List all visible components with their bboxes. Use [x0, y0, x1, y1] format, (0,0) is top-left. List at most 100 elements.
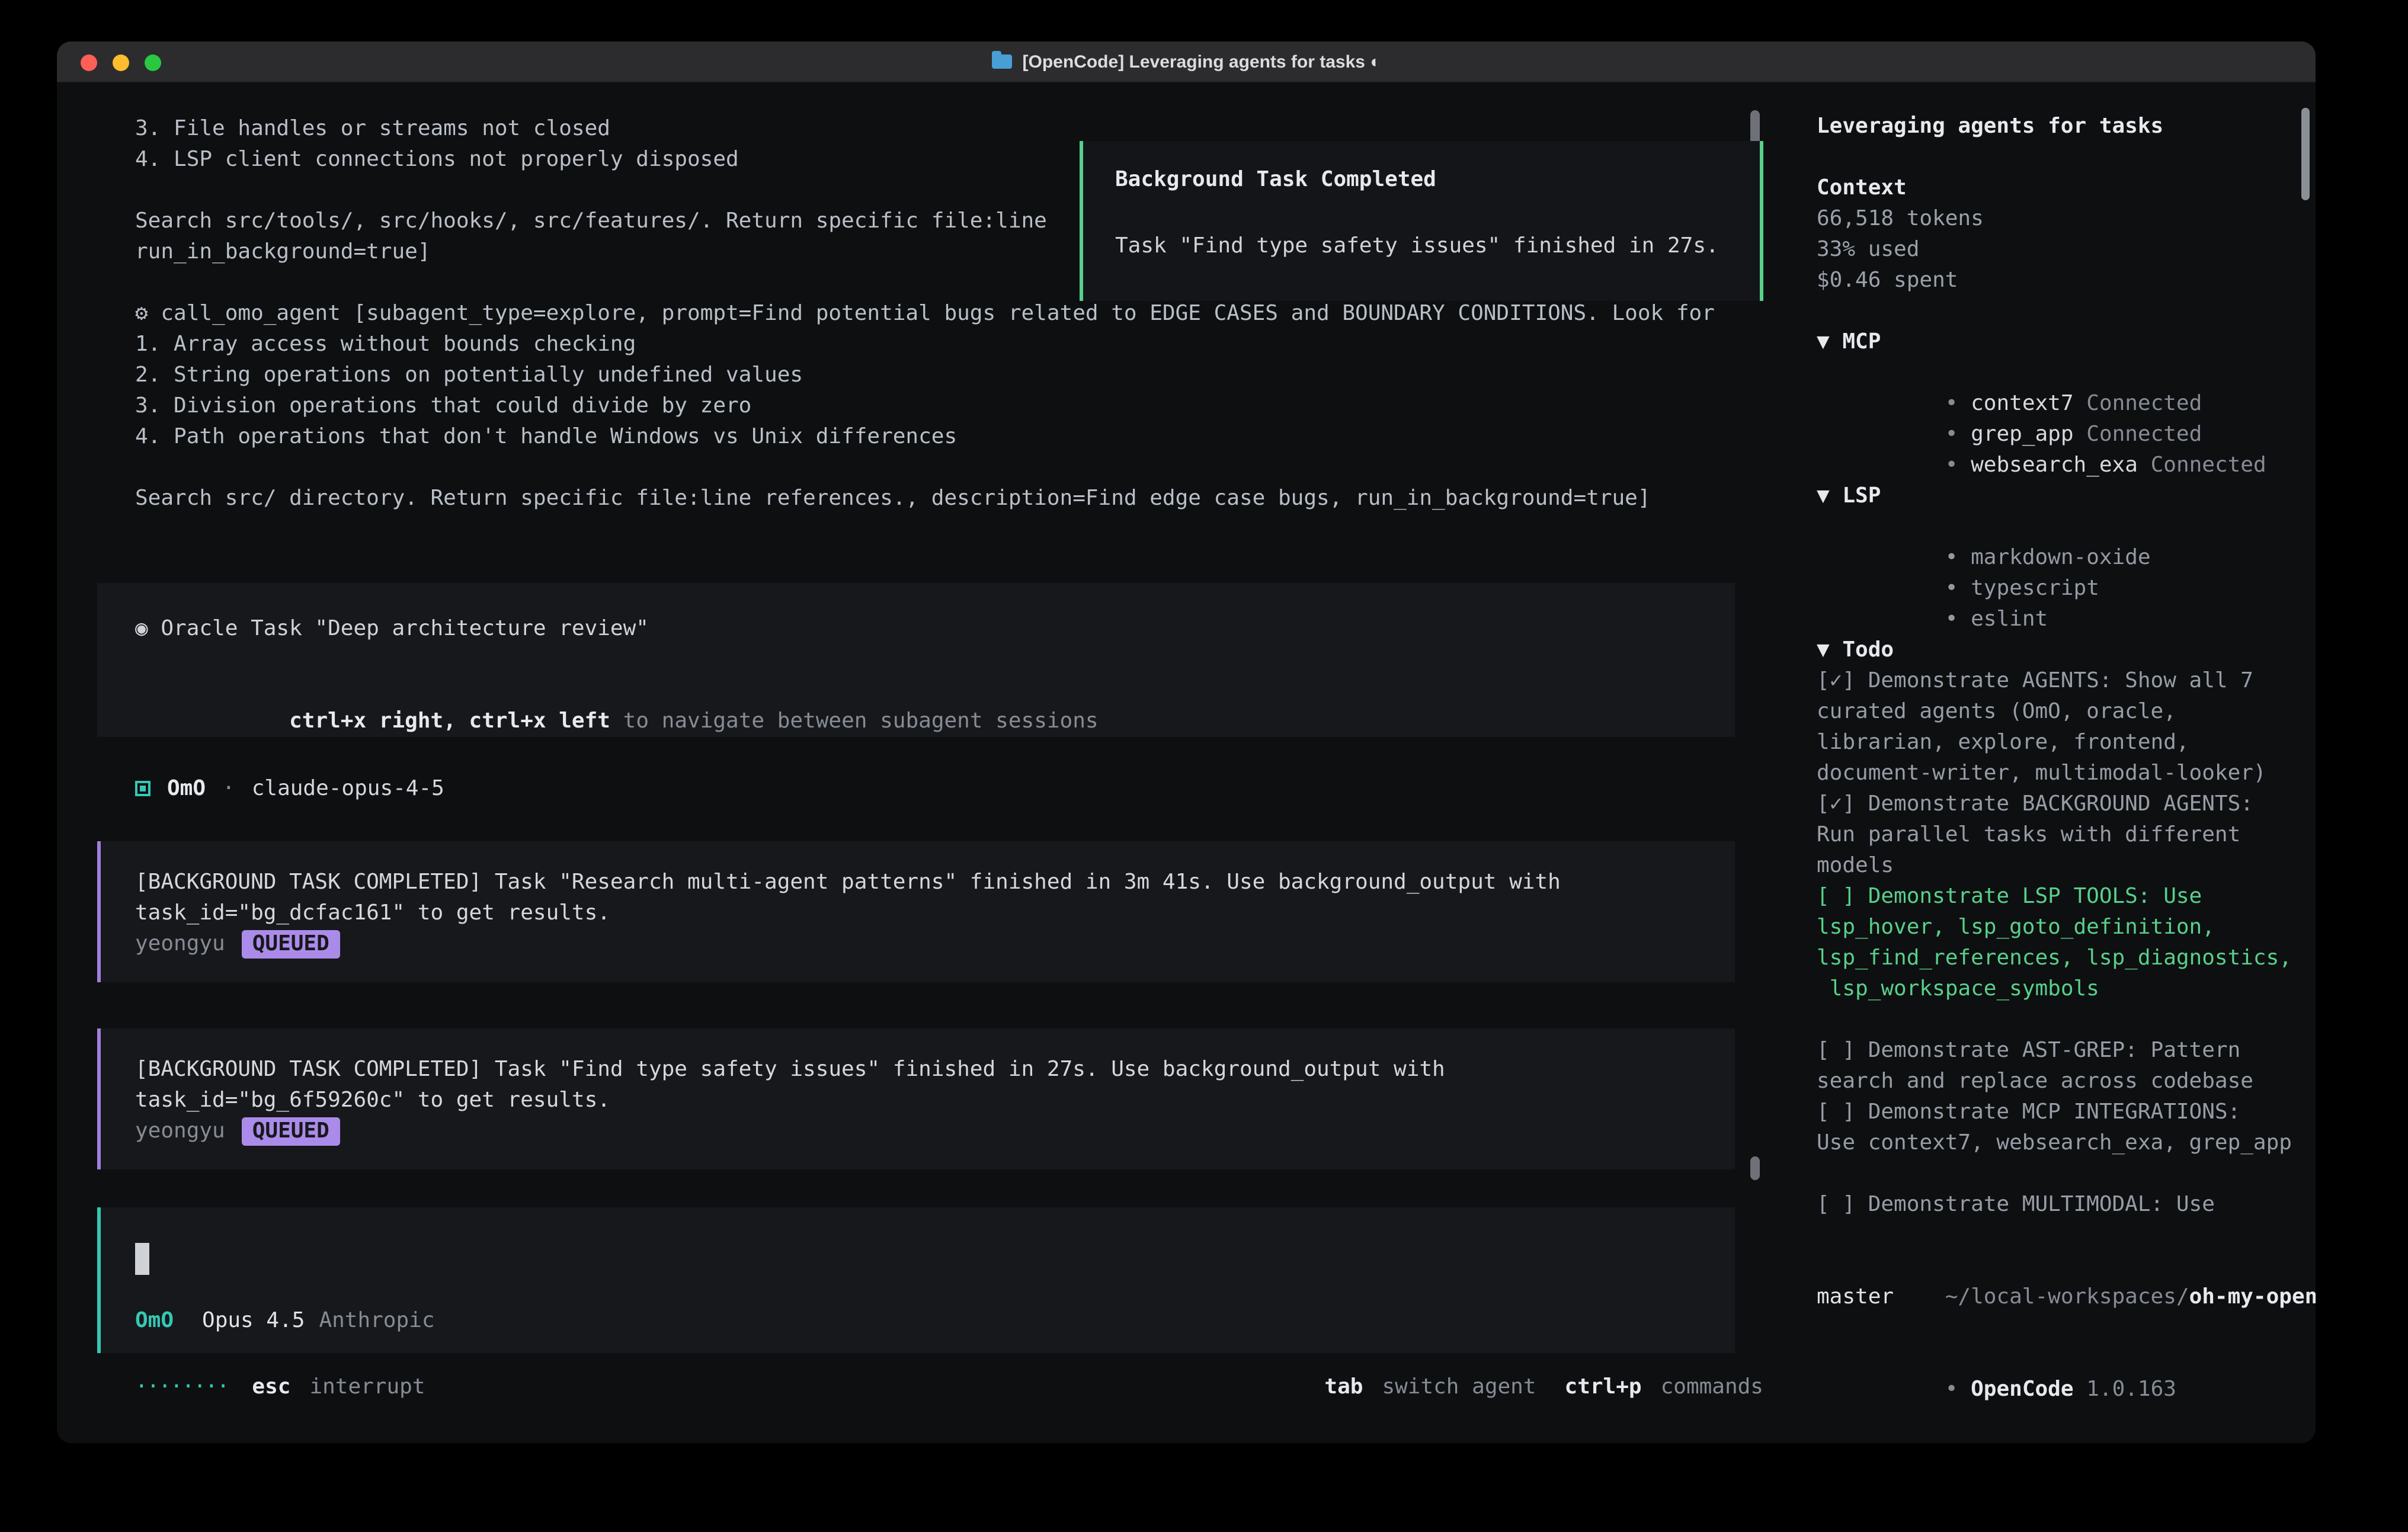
close-button[interactable]: [81, 54, 97, 70]
task-user: yeongyu: [135, 931, 225, 956]
prompt-input[interactable]: OmO Opus 4.5 Anthropic: [97, 1207, 1735, 1353]
todo-item-done: [✓] Demonstrate AGENTS: Show all 7 curat…: [1817, 666, 2316, 789]
todo-heading[interactable]: ▼ Todo: [1817, 635, 2316, 666]
sidebar-scrollbar-thumb[interactable]: [2301, 108, 2310, 200]
bullet-icon: •: [1945, 545, 1958, 570]
context-used: 33% used: [1817, 235, 2316, 265]
background-task-toast: Background Task Completed Task "Find typ…: [1080, 141, 1763, 301]
navigation-hint: ctrl+x right, ctrl+x left to navigate be…: [135, 675, 1699, 706]
mcp-name: grep_app: [1971, 422, 2073, 447]
bullet-icon: •: [1945, 453, 1958, 477]
esc-label: interrupt: [309, 1374, 425, 1399]
lsp-item: • markdown-oxide: [1817, 512, 2316, 543]
mcp-status: Connected: [2151, 453, 2266, 477]
task-message-text: [BACKGROUND TASK COMPLETED] Task "Resear…: [135, 867, 1699, 929]
esc-hint: esc interrupt: [252, 1372, 425, 1403]
traffic-lights: [81, 41, 161, 83]
session-title: Leveraging agents for tasks: [1817, 111, 2316, 142]
ctrlp-hint: ctrl+p commands: [1565, 1372, 1763, 1403]
bullet-icon: •: [1945, 1377, 1958, 1402]
mcp-status: Connected: [2086, 422, 2202, 447]
folder-icon: [992, 55, 1012, 69]
bullet-icon: •: [1945, 422, 1958, 447]
oracle-task-title: ◉ Oracle Task "Deep architecture review": [135, 614, 1699, 645]
mcp-status: Connected: [2086, 391, 2202, 416]
terminal-line: 3. File handles or streams not closed: [57, 114, 1794, 145]
main-scrollbar-thumb[interactable]: [1750, 1156, 1760, 1180]
terminal-line: Search src/ directory. Return specific f…: [57, 483, 1794, 514]
agent-name: OmO: [167, 775, 206, 800]
tab-label: switch agent: [1382, 1374, 1536, 1399]
queued-badge: QUEUED: [242, 930, 340, 959]
esc-key: esc: [252, 1374, 290, 1399]
titlebar[interactable]: [OpenCode] Leveraging agents for tasks ◐: [57, 41, 2316, 83]
ctrlp-key: ctrl+p: [1565, 1374, 1642, 1399]
oracle-task-panel: ◉ Oracle Task "Deep architecture review"…: [97, 583, 1735, 737]
todo-item-active: [ ] Demonstrate LSP TOOLS: Use lsp_hover…: [1817, 882, 2316, 1005]
context-heading: Context: [1817, 173, 2316, 204]
tab-hint: tab switch agent: [1324, 1372, 1536, 1403]
input-provider-name: Anthropic: [319, 1306, 434, 1337]
task-user: yeongyu: [135, 1118, 225, 1143]
terminal-window: [OpenCode] Leveraging agents for tasks ◐…: [57, 41, 2316, 1443]
app-name: OpenCode: [1971, 1377, 2073, 1402]
opencode-version: • OpenCode 1.0.163: [1817, 1344, 2316, 1374]
agent-square-icon: [135, 780, 150, 796]
hint-keys: ctrl+x right, ctrl+x left: [289, 709, 610, 733]
todo-item-done: [✓] Demonstrate BACKGROUND AGENTS: Run p…: [1817, 789, 2316, 882]
lsp-name: typescript: [1971, 576, 2099, 601]
mcp-name: websearch_exa: [1971, 453, 2138, 477]
tool-call-line: ⚙ call_omo_agent [subagent_type=explore,…: [57, 299, 1794, 329]
tab-key: tab: [1324, 1374, 1363, 1399]
input-agent-name: OmO: [135, 1306, 174, 1337]
agent-header: OmO · claude-opus-4-5: [135, 773, 1794, 803]
separator-dot: ·: [222, 775, 235, 800]
window-content: 3. File handles or streams not closed 4.…: [57, 83, 2316, 1443]
input-model-name: Opus 4.5: [202, 1306, 305, 1337]
terminal-line: 1. Array access without bounds checking: [57, 329, 1794, 360]
background-task-message: [BACKGROUND TASK COMPLETED] Task "Find t…: [97, 1028, 1735, 1169]
lsp-name: eslint: [1971, 607, 2048, 632]
queued-badge: QUEUED: [242, 1117, 340, 1146]
hint-text: to navigate between subagent sessions: [610, 709, 1099, 733]
todo-item-pending: [ ] Demonstrate MCP INTEGRATIONS: Use co…: [1817, 1097, 2316, 1159]
workspace-repo: oh-my-opencode:: [2189, 1284, 2316, 1309]
terminal-line: 4. Path operations that don't handle Win…: [57, 422, 1794, 453]
context-tokens: 66,518 tokens: [1817, 204, 2316, 235]
context-spent: $0.46 spent: [1817, 265, 2316, 296]
conversation-pane[interactable]: 3. File handles or streams not closed 4.…: [57, 83, 1794, 1443]
status-bar: ········ esc interrupt tab switch agent ct…: [135, 1372, 1763, 1403]
task-meta: yeongyu QUEUED: [135, 929, 1699, 960]
input-meta: OmO Opus 4.5 Anthropic: [135, 1306, 1699, 1337]
session-sidebar: Leveraging agents for tasks Context 66,5…: [1794, 83, 2316, 1443]
bullet-icon: •: [1945, 391, 1958, 416]
mcp-heading[interactable]: ▼ MCP: [1817, 327, 2316, 358]
zoom-button[interactable]: [145, 54, 161, 70]
todo-item-pending: [ ] Demonstrate MULTIMODAL: Use: [1817, 1190, 2316, 1220]
desktop: [OpenCode] Leveraging agents for tasks ◐…: [0, 0, 2408, 1532]
bullet-icon: •: [1945, 607, 1958, 632]
app-version: 1.0.163: [2086, 1377, 2176, 1402]
toast-body: Task "Find type safety issues" finished …: [1115, 231, 1736, 262]
text-cursor: [135, 1243, 149, 1275]
toast-title: Background Task Completed: [1115, 165, 1736, 195]
terminal-line: 3. Division operations that could divide…: [57, 391, 1794, 422]
agent-model: claude-opus-4-5: [252, 775, 444, 800]
mcp-name: context7: [1971, 391, 2073, 416]
mcp-item: • context7 Connected: [1817, 358, 2316, 389]
bullet-icon: •: [1945, 576, 1958, 601]
window-title-group: [OpenCode] Leveraging agents for tasks ◐: [992, 52, 1381, 72]
todo-item-pending: [ ] Demonstrate AST-GREP: Pattern search…: [1817, 1036, 2316, 1097]
background-task-message: [BACKGROUND TASK COMPLETED] Task "Resear…: [97, 841, 1735, 982]
minimize-button[interactable]: [113, 54, 129, 70]
terminal-line: 2. String operations on potentially unde…: [57, 360, 1794, 391]
working-spinner: ········: [135, 1372, 228, 1403]
workspace-path: ~/local-workspaces/oh-my-opencode:: [1817, 1251, 2316, 1282]
task-message-text: [BACKGROUND TASK COMPLETED] Task "Find t…: [135, 1055, 1699, 1116]
status-right: tab switch agent ctrl+p commands: [1324, 1372, 1763, 1403]
lsp-name: markdown-oxide: [1971, 545, 2150, 570]
task-meta: yeongyu QUEUED: [135, 1116, 1699, 1147]
workspace-dir: ~/local-workspaces/: [1945, 1284, 2189, 1309]
window-title: [OpenCode] Leveraging agents for tasks ◐: [1023, 52, 1381, 72]
ctrlp-label: commands: [1661, 1374, 1763, 1399]
